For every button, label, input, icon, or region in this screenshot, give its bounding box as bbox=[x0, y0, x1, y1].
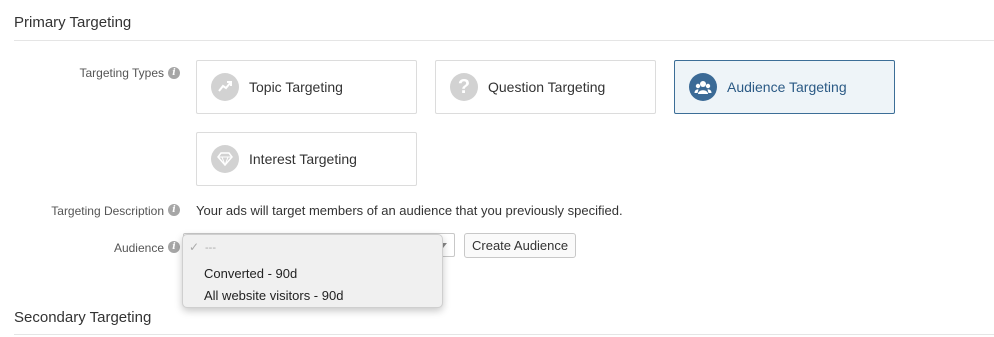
dropdown-option[interactable]: All website visitors - 90d bbox=[204, 288, 343, 303]
question-targeting-label: Question Targeting bbox=[488, 79, 606, 95]
question-targeting-card[interactable]: ? Question Targeting bbox=[435, 60, 656, 114]
targeting-description-label: Targeting Description bbox=[51, 204, 164, 218]
topic-targeting-label: Topic Targeting bbox=[249, 79, 343, 95]
dropdown-option[interactable]: Converted - 90d bbox=[204, 266, 297, 281]
create-audience-button[interactable]: Create Audience bbox=[464, 233, 577, 258]
info-icon[interactable]: i bbox=[168, 241, 180, 253]
info-icon[interactable]: i bbox=[168, 67, 180, 79]
audience-label: Audience bbox=[113, 241, 164, 255]
section-divider bbox=[14, 40, 994, 41]
audience-targeting-label: Audience Targeting bbox=[727, 79, 847, 95]
info-icon[interactable]: i bbox=[168, 204, 180, 216]
checkmark-icon: ✓ bbox=[189, 240, 200, 254]
interest-targeting-card[interactable]: Interest Targeting bbox=[196, 132, 417, 186]
secondary-targeting-title: Secondary Targeting bbox=[14, 309, 152, 326]
interest-targeting-label: Interest Targeting bbox=[249, 151, 357, 167]
trend-icon bbox=[211, 73, 239, 101]
section-divider bbox=[14, 334, 994, 335]
targeting-description-text: Your ads will target members of an audie… bbox=[196, 203, 623, 218]
audience-icon bbox=[689, 73, 717, 101]
dropdown-option-placeholder[interactable]: --- bbox=[205, 242, 216, 254]
audience-targeting-card[interactable]: Audience Targeting bbox=[674, 60, 895, 114]
question-icon: ? bbox=[450, 73, 478, 101]
topic-targeting-card[interactable]: Topic Targeting bbox=[196, 60, 417, 114]
diamond-icon bbox=[211, 145, 239, 173]
audience-dropdown-menu: ✓ --- Converted - 90d All website visito… bbox=[182, 234, 443, 308]
targeting-types-label: Targeting Types bbox=[79, 66, 165, 80]
primary-targeting-title: Primary Targeting bbox=[14, 14, 132, 31]
